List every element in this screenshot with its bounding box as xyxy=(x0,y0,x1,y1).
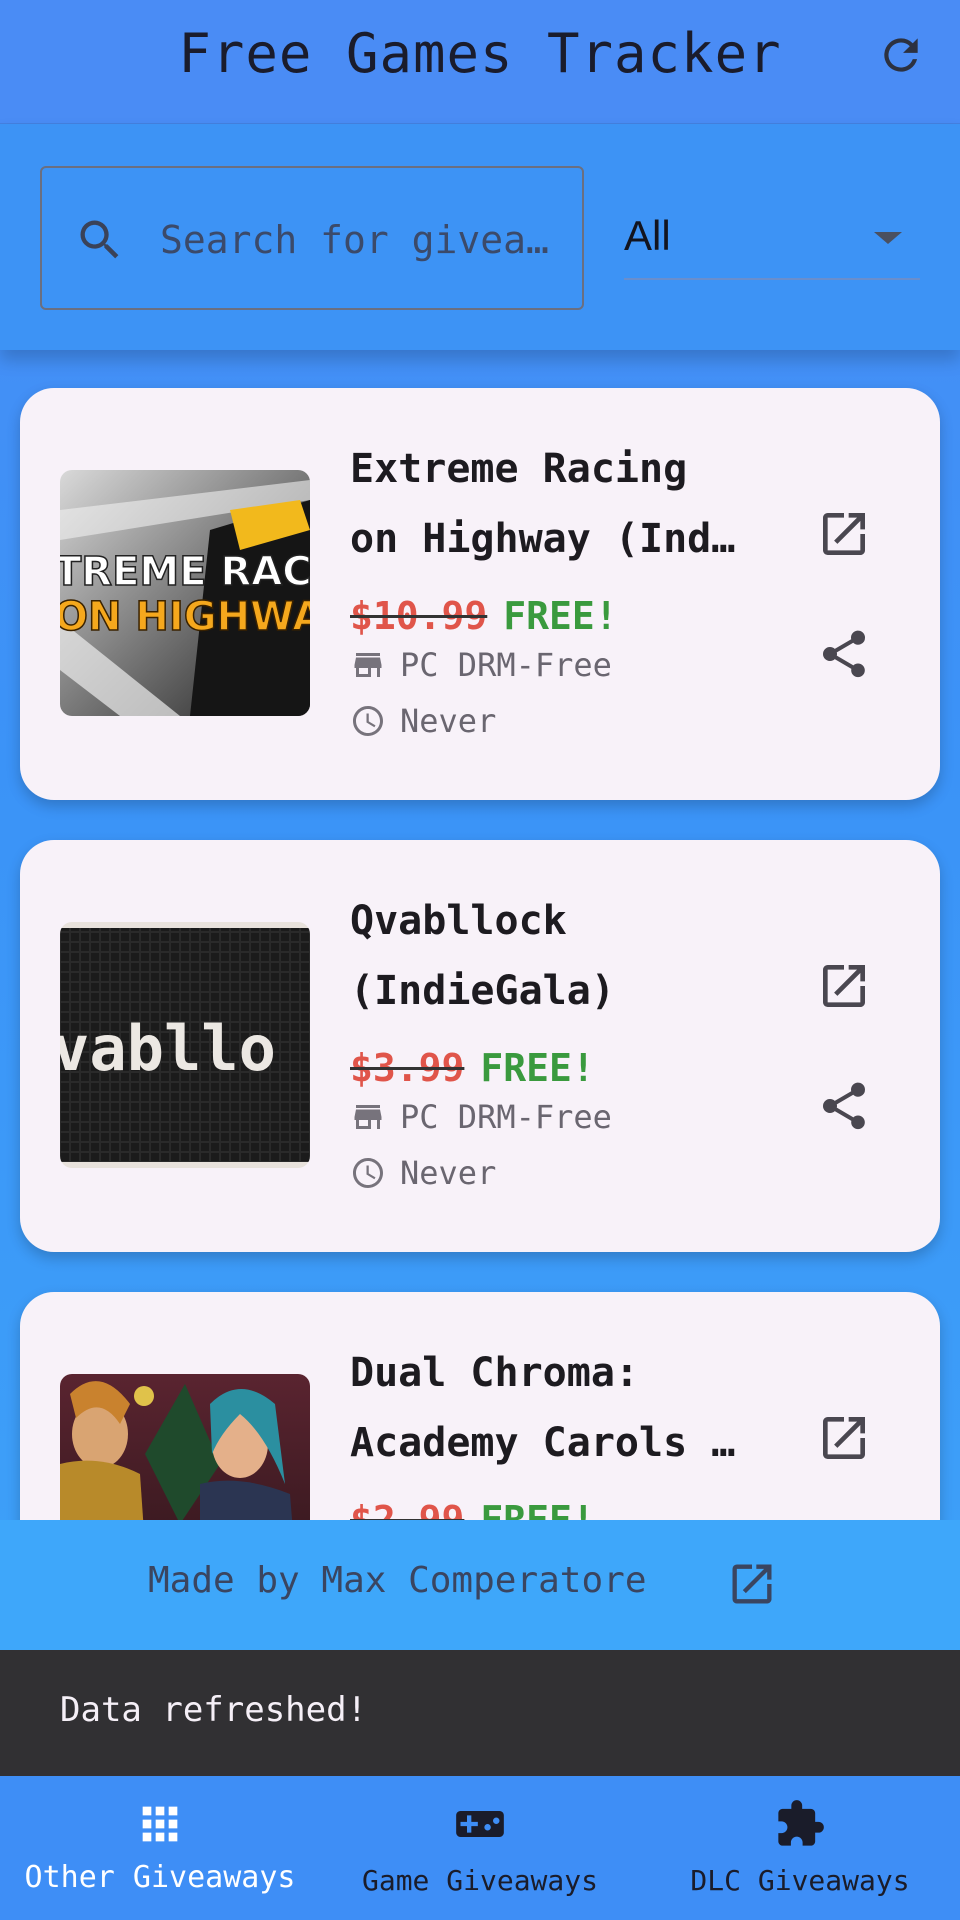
free-label: FREE! xyxy=(480,1046,595,1090)
clock-icon xyxy=(353,706,383,736)
thumb-caption-1: TREME RAC xyxy=(60,549,310,595)
share-icon[interactable] xyxy=(816,626,872,682)
gamepad-icon xyxy=(456,1811,504,1837)
puzzle-icon xyxy=(778,1800,824,1846)
share-icon[interactable] xyxy=(816,1078,872,1134)
giveaway-card[interactable]: TREME RAC ON HIGHWAY Extreme Racing on H… xyxy=(20,388,940,800)
original-price: $10.99 xyxy=(350,594,488,638)
free-label: FREE! xyxy=(480,1498,595,1520)
giveaway-card[interactable]: Dual Chroma: Academy Carols … $2.99 FREE! xyxy=(20,1292,940,1520)
game-title: Dual Chroma: Academy Carols … xyxy=(350,1350,736,1466)
clock-icon xyxy=(353,1158,383,1188)
price-row: $2.99 FREE! xyxy=(350,1498,595,1520)
game-thumbnail: vabllo xyxy=(60,922,310,1168)
giveaway-list[interactable]: TREME RAC ON HIGHWAY Extreme Racing on H… xyxy=(0,350,960,1520)
thumb-caption-1: vabllo xyxy=(60,1012,276,1085)
snackbar: Data refreshed! xyxy=(0,1650,960,1776)
end-date-text: Never xyxy=(400,702,497,740)
nav-item-other-giveaways[interactable]: Other Giveaways xyxy=(0,1776,320,1920)
dropdown-caret-icon xyxy=(874,232,902,244)
store-icon xyxy=(354,1105,382,1129)
bottom-nav: Other Giveaways Game Giveaways DLC Givea… xyxy=(0,1776,960,1920)
game-thumbnail: TREME RAC ON HIGHWAY xyxy=(60,470,310,716)
end-date-row: Never xyxy=(350,702,496,740)
platform-text: PC DRM-Free xyxy=(400,1098,612,1136)
open-in-new-icon[interactable] xyxy=(726,1558,778,1610)
app-title: Free Games Tracker xyxy=(178,22,782,85)
nav-label: DLC Giveaways xyxy=(690,1864,910,1897)
refresh-icon[interactable] xyxy=(876,30,926,80)
open-in-new-icon[interactable] xyxy=(816,958,872,1014)
snackbar-message: Data refreshed! xyxy=(60,1690,368,1730)
free-label: FREE! xyxy=(503,594,618,638)
nav-item-game-giveaways[interactable]: Game Giveaways xyxy=(320,1776,640,1920)
grid-icon xyxy=(142,1806,178,1842)
end-date-row: Never xyxy=(350,1154,496,1192)
filter-selected-value: All xyxy=(624,212,671,259)
search-input[interactable] xyxy=(160,214,560,266)
game-title: Extreme Racing on Highway (Ind… xyxy=(350,446,736,562)
platform-text: PC DRM-Free xyxy=(400,646,612,684)
price-row: $10.99 FREE! xyxy=(350,594,618,638)
game-thumbnail xyxy=(60,1374,310,1520)
original-price: $2.99 xyxy=(350,1498,465,1520)
footer-credit: Made by Max Comperatore xyxy=(0,1520,960,1650)
end-date-text: Never xyxy=(400,1154,497,1192)
credit-text: Made by Max Comperatore xyxy=(148,1560,647,1601)
store-icon xyxy=(354,653,382,677)
platform-row: PC DRM-Free xyxy=(350,1098,612,1136)
search-box[interactable] xyxy=(40,166,584,310)
platform-row: PC DRM-Free xyxy=(350,646,612,684)
original-price: $3.99 xyxy=(350,1046,465,1090)
nav-label: Game Giveaways xyxy=(361,1864,598,1897)
nav-item-dlc-giveaways[interactable]: DLC Giveaways xyxy=(640,1776,960,1920)
price-row: $3.99 FREE! xyxy=(350,1046,595,1090)
nav-label: Other Giveaways xyxy=(24,1860,296,1895)
thumb-caption-2: ON HIGHWAY xyxy=(60,594,310,640)
open-in-new-icon[interactable] xyxy=(816,506,872,562)
game-title: Qvabllock (IndieGala) xyxy=(350,898,615,1014)
platform-filter-dropdown[interactable]: All xyxy=(624,204,920,280)
app-bar: Free Games Tracker xyxy=(0,0,960,124)
open-in-new-icon[interactable] xyxy=(816,1410,872,1466)
search-icon xyxy=(80,220,119,259)
giveaway-card[interactable]: vabllo Qvabllock (IndieGala) $3.99 FREE! … xyxy=(20,840,940,1252)
search-bar-area: All xyxy=(0,124,960,350)
